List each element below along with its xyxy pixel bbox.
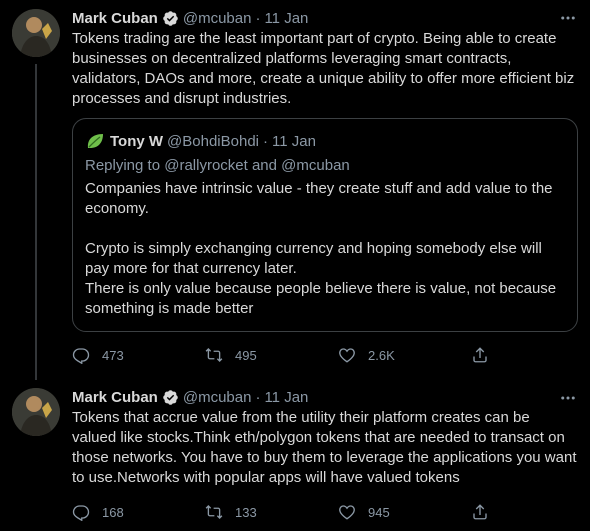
retweet-icon bbox=[205, 505, 223, 519]
share-icon bbox=[473, 347, 487, 363]
quote-paragraph: Crypto is simply exchanging currency and… bbox=[85, 240, 542, 277]
more-icon[interactable] bbox=[558, 388, 578, 408]
retweet-button[interactable]: 133 bbox=[205, 502, 338, 522]
quote-paragraph: Companies have intrinsic value - they cr… bbox=[85, 180, 553, 217]
tweet-text: Tokens trading are the least important p… bbox=[72, 30, 575, 107]
tweet[interactable]: Mark Cuban @mcuban · 11 Jan Tokens tradi… bbox=[0, 0, 590, 380]
separator-dot: · bbox=[255, 388, 261, 406]
like-count: 2.6K bbox=[368, 347, 395, 363]
quote-avatar-leaf-icon bbox=[85, 131, 105, 151]
author-name[interactable]: Mark Cuban bbox=[72, 10, 158, 27]
timestamp[interactable]: 11 Jan bbox=[264, 10, 308, 27]
share-button[interactable] bbox=[471, 502, 501, 522]
reply-count: 473 bbox=[102, 347, 124, 363]
quote-paragraph: There is only value because people belie… bbox=[85, 280, 557, 317]
quote-header: Tony W @BohdiBohdi · 11 Jan bbox=[85, 131, 316, 151]
tweet-body: Mark Cuban @mcuban · 11 Jan Tokens tradi… bbox=[72, 7, 578, 109]
avatar-photo-icon bbox=[12, 388, 60, 436]
avatar[interactable] bbox=[12, 9, 60, 57]
thread-line bbox=[35, 64, 37, 380]
reply-button[interactable]: 473 bbox=[72, 345, 205, 365]
tweet-text: Tokens that accrue value from the utilit… bbox=[72, 409, 577, 486]
author-handle[interactable]: @mcuban bbox=[183, 10, 252, 27]
like-button[interactable]: 945 bbox=[338, 502, 471, 522]
like-button[interactable]: 2.6K bbox=[338, 345, 471, 365]
like-count: 945 bbox=[368, 504, 390, 520]
separator-dot: · bbox=[255, 9, 261, 27]
reply-count: 168 bbox=[102, 504, 124, 520]
verified-badge-icon bbox=[162, 389, 179, 406]
retweet-count: 133 bbox=[235, 504, 257, 520]
quote-author-name: Tony W bbox=[110, 132, 164, 150]
avatar[interactable] bbox=[12, 388, 60, 436]
quote-separator-dot: · bbox=[263, 132, 269, 150]
author-handle[interactable]: @mcuban bbox=[183, 389, 252, 406]
replying-and: and bbox=[251, 157, 277, 174]
tweet-body: Mark Cuban @mcuban · 11 Jan Tokens that … bbox=[72, 386, 578, 488]
tweet-actions: 168 133 945 bbox=[72, 502, 512, 522]
verified-badge-icon bbox=[162, 10, 179, 27]
share-icon bbox=[473, 504, 487, 520]
reply-icon bbox=[72, 348, 90, 364]
replying-user-link[interactable]: @mcuban bbox=[281, 157, 350, 174]
author-name[interactable]: Mark Cuban bbox=[72, 389, 158, 406]
timestamp[interactable]: 11 Jan bbox=[264, 389, 308, 406]
tweet-actions: 473 495 2.6K bbox=[72, 345, 512, 365]
tweet[interactable]: Mark Cuban @mcuban · 11 Jan Tokens that … bbox=[0, 380, 590, 531]
like-icon bbox=[339, 505, 355, 520]
tweet-header: Mark Cuban @mcuban · 11 Jan bbox=[72, 7, 578, 29]
replying-to: Replying to @rallyrocket and @mcuban bbox=[85, 157, 350, 174]
reply-button[interactable]: 168 bbox=[72, 502, 205, 522]
avatar-photo-icon bbox=[12, 9, 60, 57]
replying-user-link[interactable]: @rallyrocket bbox=[164, 157, 248, 174]
share-button[interactable] bbox=[471, 345, 501, 365]
quote-text: Companies have intrinsic value - they cr… bbox=[85, 179, 565, 319]
reply-icon bbox=[72, 505, 90, 521]
retweet-count: 495 bbox=[235, 347, 257, 363]
quoted-tweet[interactable]: Tony W @BohdiBohdi · 11 Jan Replying to … bbox=[72, 118, 578, 332]
more-icon[interactable] bbox=[558, 8, 578, 28]
quote-author-handle: @BohdiBohdi bbox=[167, 132, 260, 150]
tweet-header: Mark Cuban @mcuban · 11 Jan bbox=[72, 386, 578, 408]
quote-timestamp: 11 Jan bbox=[272, 132, 316, 150]
retweet-icon bbox=[205, 348, 223, 362]
replying-prefix: Replying to bbox=[85, 157, 161, 174]
retweet-button[interactable]: 495 bbox=[205, 345, 338, 365]
like-icon bbox=[339, 348, 355, 363]
